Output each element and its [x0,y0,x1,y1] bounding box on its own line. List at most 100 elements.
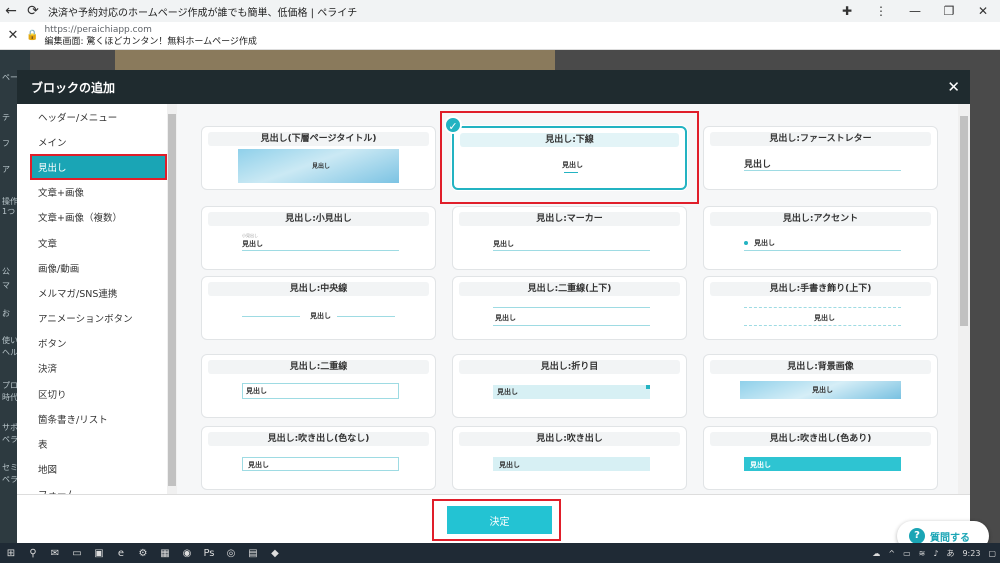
block-grid-scrollbar[interactable] [958,104,970,494]
block-card-preview: 見出し [740,233,901,265]
category-item[interactable]: 箇条書き/リスト [30,406,167,431]
category-item[interactable]: アニメーションボタン [30,306,167,331]
folder-icon[interactable]: ▭ [66,543,88,563]
category-item[interactable]: 見出し [30,154,167,180]
search-icon[interactable]: ⚲ [22,543,44,563]
modal-title: ブロックの追加 [31,80,116,95]
block-card[interactable]: 見出し:ファーストレター 見出し [703,126,938,190]
preview-heading-text: 見出し [310,312,331,320]
preview-heading-text: 見出し [242,240,263,248]
preview-line [242,316,300,317]
block-card[interactable]: 見出し:小見出し 小見出し 見出し [201,206,436,270]
windows-start-icon[interactable]: ⊞ [0,543,22,563]
question-icon: ? [909,528,925,544]
preview-heading-text: 見出し [814,314,835,322]
block-card[interactable]: 見出し:吹き出し(色あり) 見出し [703,426,938,490]
wifi-icon[interactable]: ≋ [919,549,926,558]
category-item[interactable]: 決済 [30,356,167,381]
block-card[interactable]: 見出し(下層ページタイトル) 見出し [201,126,436,190]
block-card[interactable]: 見出し:中央線 見出し [201,276,436,340]
category-item[interactable]: フォーム [30,482,167,494]
block-card[interactable]: 見出し:下線見出し [452,126,687,190]
scrollbar-thumb[interactable] [168,114,176,486]
clock[interactable]: 9:23 [962,549,980,558]
block-card-label: 見出し(下層ページタイトル) [208,132,429,146]
page-subtitle: 編集画面: 驚くほどカンタン！無料ホームページ作成 [44,36,257,47]
scrollbar-thumb[interactable] [960,116,968,326]
category-item[interactable]: 区切り [30,381,167,406]
chrome-icon[interactable]: ◎ [220,543,242,563]
preview-heading-text: 見出し [312,163,331,170]
chevron-up-icon[interactable]: ^ [888,549,895,558]
category-item[interactable]: メイン [30,129,167,154]
url-text[interactable]: https://peraichiapp.com [44,24,256,36]
battery-icon[interactable]: ▭ [903,549,911,558]
category-item[interactable]: 表 [30,431,167,456]
block-card[interactable]: 見出し:二重線 見出し [201,354,436,418]
modal-footer: 決定 [17,494,970,543]
notification-icon[interactable]: ▢ [988,549,996,558]
store-icon[interactable]: ▣ [88,543,110,563]
block-card-preview: 見出し [740,453,901,485]
block-card-label: 見出し:二重線 [208,360,429,374]
minimize-icon[interactable]: — [898,4,932,18]
volume-icon[interactable]: ♪ [933,549,938,558]
block-card-preview: 見出し [740,153,901,185]
block-card[interactable]: 見出し:吹き出し(色なし) 見出し [201,426,436,490]
block-card[interactable]: 見出し:アクセント見出し [703,206,938,270]
app-icon[interactable]: ▦ [154,543,176,563]
category-item[interactable]: 地図 [30,457,167,482]
paint-icon[interactable]: ◆ [264,543,286,563]
category-item[interactable]: 画像/動画 [30,255,167,280]
block-card-preview: 見出し [490,154,649,186]
category-item[interactable]: メルマガ/SNS連携 [30,280,167,305]
category-item[interactable]: 文章+画像 [30,180,167,205]
extension-icon[interactable]: ✚ [830,4,864,18]
photoshop-icon[interactable]: Ps [198,543,220,563]
category-list: ヘッダー/メニュー メイン 見出し 文章+画像 文章+画像（複数） 文章 画像/動画 メルマガ… [30,104,167,494]
back-arrow-icon[interactable]: ← [0,0,22,22]
category-item[interactable]: ヘッダー/メニュー [30,104,167,129]
block-card[interactable]: 見出し:マーカー見出し [452,206,687,270]
block-card[interactable]: 見出し:二重線(上下) 見出し [452,276,687,340]
close-tab-icon[interactable]: ✕ [0,28,26,43]
preview-line [564,172,578,173]
block-card-label: 見出し:二重線(上下) [459,282,680,296]
category-item[interactable]: 文章 [30,230,167,255]
category-item[interactable]: ボタン [30,331,167,356]
block-card[interactable]: 見出し:折り目 見出し [452,354,687,418]
block-card-label: 見出し:下線 [460,133,679,147]
confirm-button[interactable]: 決定 [447,506,552,534]
reload-icon[interactable]: ⟳ [22,0,44,22]
preview-heading-text: 見出し [493,240,514,248]
browser-urlbar: ✕ 🔒 https://peraichiapp.com 編集画面: 驚くほどカン… [0,22,1000,50]
block-card[interactable]: 見出し:吹き出し 見出し [452,426,687,490]
edge-icon[interactable]: e [110,543,132,563]
preview-line [337,316,395,317]
close-icon[interactable]: ✕ [947,78,960,96]
block-card[interactable]: 見出し:背景画像見出し [703,354,938,418]
peraichi-icon[interactable]: ▤ [242,543,264,563]
mail-icon[interactable]: ✉ [44,543,66,563]
line-icon[interactable]: ◉ [176,543,198,563]
block-grid: 見出し(下層ページタイトル) 見出し 見出し:下線 見出し ✓ 見出し:ファーストレター見… [177,104,958,494]
preview-line [744,307,901,308]
settings-icon[interactable]: ⚙ [132,543,154,563]
window-close-icon[interactable]: ✕ [966,4,1000,18]
bg-header-image [115,50,555,70]
accent-dot-icon [744,241,748,245]
ime-indicator[interactable]: あ [946,548,954,559]
cloud-icon[interactable]: ☁ [872,549,880,558]
preview-heading-text: 見出し [497,388,518,396]
menu-dots-icon[interactable]: ⋮ [864,4,898,18]
block-card-label: 見出し:アクセント [710,212,931,226]
block-card-preview: 見出し [238,453,399,485]
block-card[interactable]: 見出し:手書き飾り(上下) 見出し [703,276,938,340]
block-card-label: 見出し:マーカー [459,212,680,226]
category-item[interactable]: 文章+画像（複数） [30,205,167,230]
block-card-label: 見出し:背景画像 [710,360,931,374]
restore-icon[interactable]: ❐ [932,4,966,18]
block-card-preview: 見出し [740,381,901,413]
lock-icon: 🔒 [26,30,39,41]
category-scrollbar[interactable] [167,104,177,494]
